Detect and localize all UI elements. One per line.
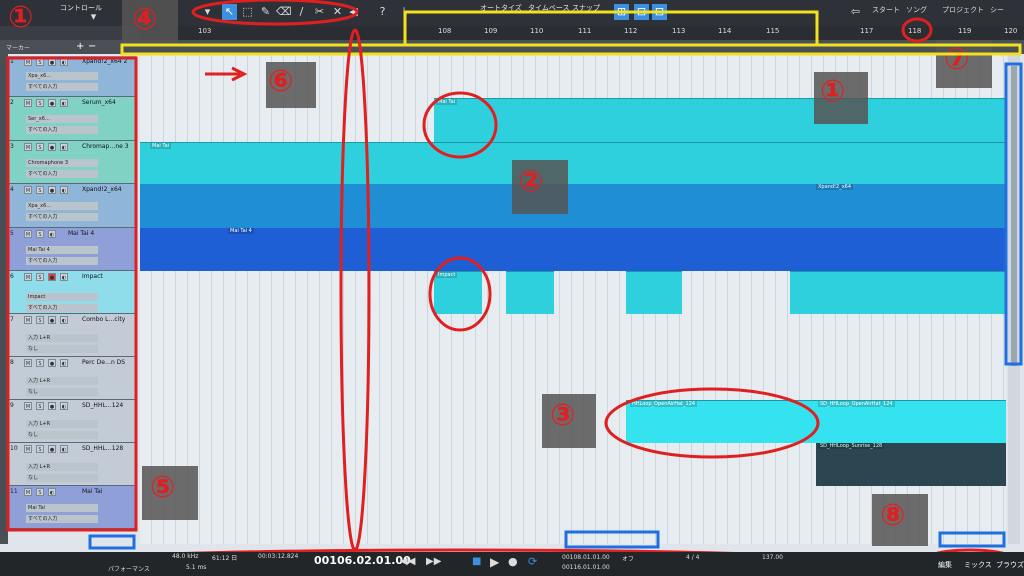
h-scroll-highlight [564,530,660,549]
stop-button[interactable]: ■ [472,556,481,567]
play-button[interactable]: ▶ [490,555,499,569]
clip-highlight-2 [428,256,492,332]
tab-mix[interactable]: ミックス [964,560,992,570]
record-time: 61:12 日 [212,555,238,562]
marker-highlight [120,43,1022,56]
tab-edit[interactable]: 編集 [938,560,952,570]
track-list-highlight [6,56,138,532]
zoom-highlight [938,531,1006,548]
forward-icon[interactable]: ▶▶ [426,556,441,567]
playhead-highlight [339,28,371,552]
tempo[interactable]: 137.00 [762,554,783,561]
loop-button[interactable]: ⟳ [528,555,537,568]
track-size-highlight [88,534,136,550]
ruler-highlight [403,10,819,47]
record-transport-button[interactable]: ● [508,555,518,568]
scrollbar-highlight [1004,62,1023,366]
transport-bar: 48.0 kHz 5.1 ms パフォーマンス 61:12 日 00:03:12… [0,552,1024,576]
sync-state[interactable]: オフ [622,554,634,563]
bar-marker-highlight [901,17,933,43]
latency: 5.1 ms [186,564,207,571]
loop-left[interactable]: 00108.01.01.00 [562,554,610,561]
loop-right[interactable]: 00116.01.01.00 [562,564,610,571]
annotation-overlay [6,0,1023,576]
toolbar-highlight [191,0,359,26]
sample-rate: 48.0 kHz [172,553,199,560]
position-display[interactable]: 00106.02.01.00 [314,554,411,567]
tab-browse[interactable]: ブラウズ [996,560,1024,570]
clip-highlight-1 [422,91,498,159]
performance-label: パフォーマンス [108,566,150,573]
signature[interactable]: 4 / 4 [686,554,699,561]
audio-clip-highlight [604,387,820,459]
rewind-icon[interactable]: ◀◀ [400,556,415,567]
song-duration: 00:03:12.824 [258,553,299,560]
